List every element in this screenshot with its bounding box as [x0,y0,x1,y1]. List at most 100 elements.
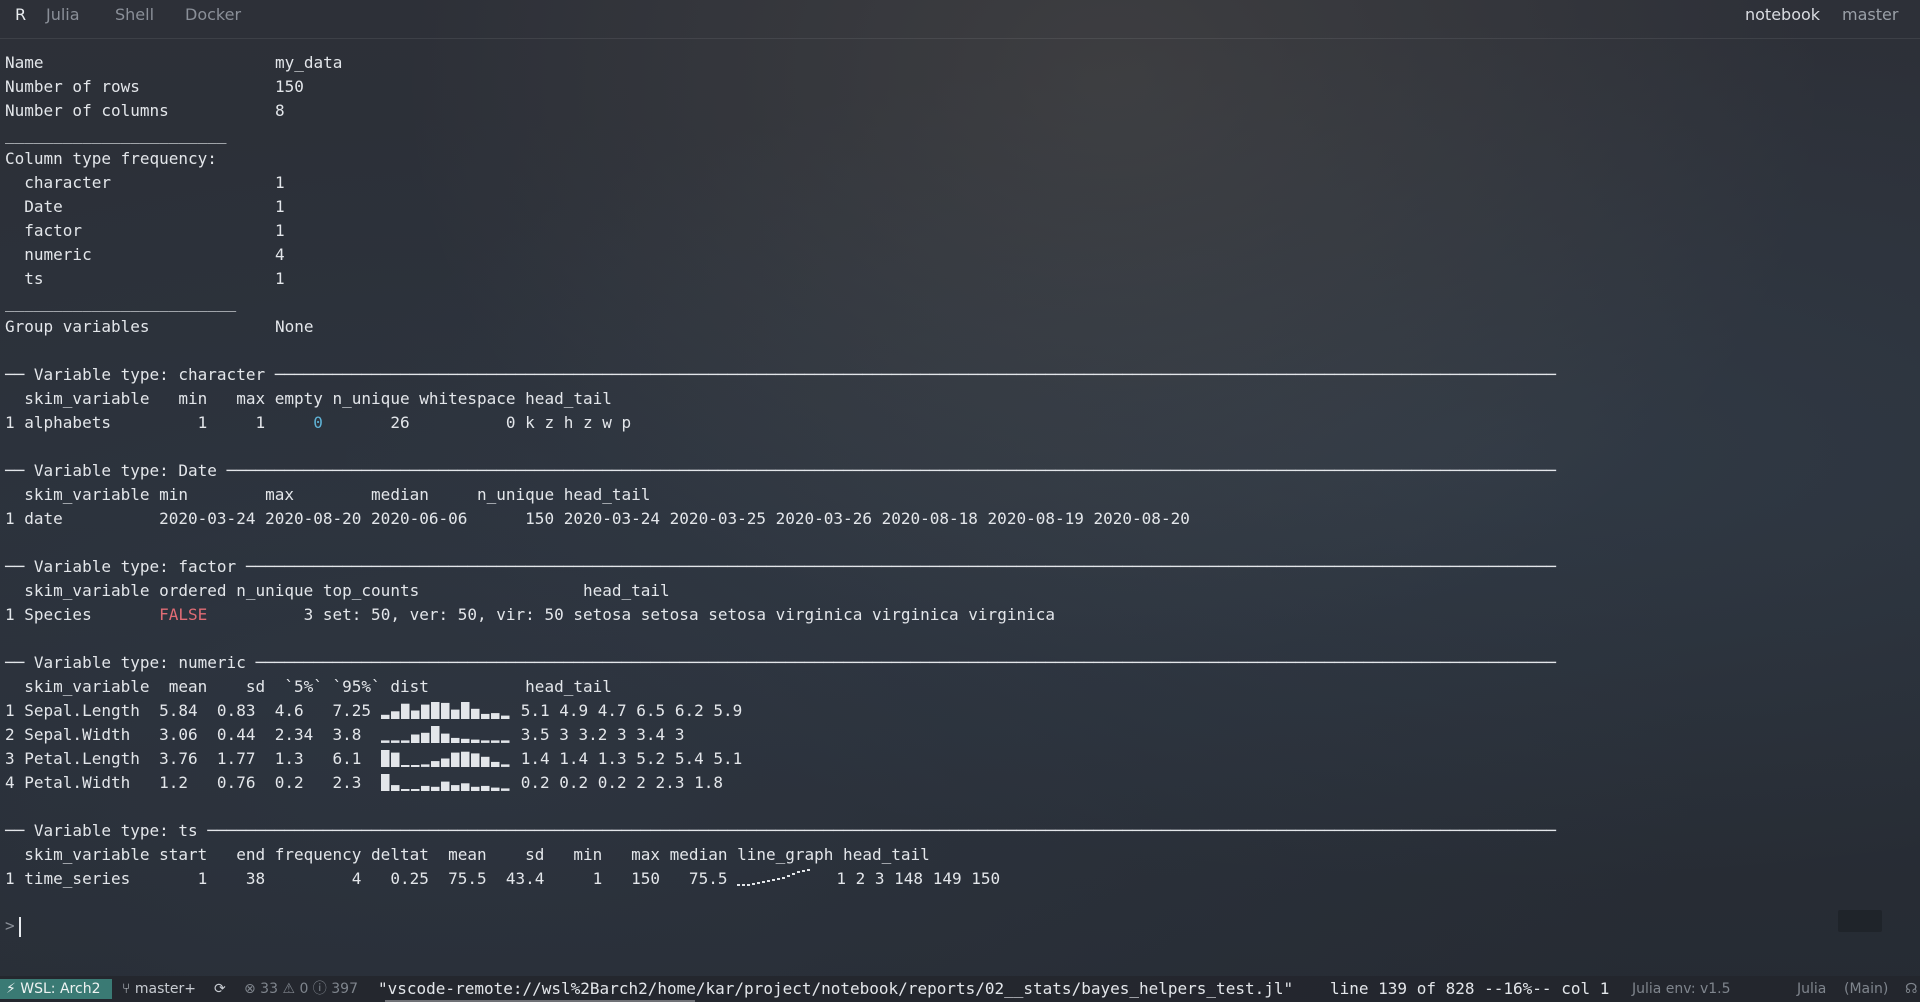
histogram-bar [380,714,390,719]
workspace-name[interactable]: notebook [1745,5,1820,24]
status-bar: ⚡ WSL: Arch2 ⑂ master+ ⟳ ⊗ 33 ⚠ 0 ⓘ 397 … [0,976,1920,1002]
tab-shell[interactable]: Shell [115,5,154,24]
text-cursor[interactable] [19,917,21,937]
histogram-bar [430,726,440,743]
file-path: "vscode-remote://wsl%2Barch2/home/kar/pr… [378,979,1294,998]
histogram-bar [500,715,510,719]
histogram-bar [500,788,510,791]
histogram-bar [390,740,400,743]
histogram-bar [410,734,420,743]
type-row: character 1 [24,173,285,192]
terminal-output: Name my_data Number of rows 150 Number of … [5,51,1556,891]
histogram-bar [390,785,400,791]
summary-rows-row: Number of rows 150 [5,77,304,96]
table-row: 1 time_series 1 38 4 0.25 75.5 43.4 1 15… [5,869,1001,888]
histogram-bar [380,740,390,743]
histogram-bar [420,785,430,791]
type-row: factor 1 [24,221,285,240]
branch-icon: ⑂ [122,981,135,997]
histogram-bar [420,704,430,719]
histogram-sparkline [380,749,511,767]
column-headers: skim_variable start end frequency deltat… [5,845,930,864]
type-row: numeric 4 [24,245,285,264]
histogram-bar [440,758,450,767]
tab-r[interactable]: R [15,5,26,24]
histogram-sparkline [380,725,511,743]
sync-icon[interactable]: ⟳ [214,976,226,1002]
histogram-bar [410,710,420,719]
table-row: 1 alphabets 1 1 0 26 0 k z h z w p [5,413,632,432]
tab-julia[interactable]: Julia [46,5,80,24]
line-graph-sparkline [737,869,817,887]
column-headers: skim_variable ordered n_unique top_count… [5,581,670,600]
section-header-factor: ── Variable type: factor ───────────────… [5,557,1556,576]
histogram-bar [470,739,480,743]
summary-rule: ________________________ [5,293,237,312]
histogram-bar [400,740,410,743]
column-headers: skim_variable mean sd `5%` `95%` dist he… [5,677,612,696]
git-branch-status[interactable]: ⑂ master+ [122,976,196,1002]
table-row: 1 date 2020-03-24 2020-08-20 2020-06-06 … [5,509,1190,528]
summary-name-row: Name my_data [5,53,343,72]
histogram-bar [440,781,450,791]
histogram-bar [440,733,450,743]
histogram-bar [450,752,460,767]
histogram-bar [490,740,500,743]
histogram-bar [400,765,410,767]
histogram-sparkline [380,773,511,791]
histogram-bar [460,738,470,743]
tab-docker[interactable]: Docker [185,5,241,24]
histogram-bar [470,753,480,767]
prompt-symbol: > [5,916,15,935]
histogram-bar [430,702,440,719]
histogram-bar [390,752,400,767]
table-row: 2 Sepal.Width 3.06 0.44 2.34 3.8 3.5 3 3… [5,725,685,744]
remote-icon: ⚡ [6,981,21,997]
column-headers: skim_variable min max median n_unique he… [5,485,651,504]
table-row: 1 Sepal.Length 5.84 0.83 4.6 7.25 5.1 4.… [5,701,743,720]
histogram-bar [490,787,500,791]
histogram-bar [500,740,510,743]
section-header-ts: ── Variable type: ts ───────────────────… [5,821,1556,840]
histogram-bar [450,785,460,791]
julia-module[interactable]: (Main) [1844,976,1888,1002]
histogram-bar [490,761,500,767]
histogram-sparkline [380,701,511,719]
table-row: 4 Petal.Width 1.2 0.76 0.2 2.3 0.2 0.2 0… [5,773,723,792]
branch-name[interactable]: master [1842,5,1898,24]
column-headers: skim_variable min max empty n_unique whi… [5,389,612,408]
histogram-bar [380,750,390,767]
histogram-bar [480,785,490,791]
histogram-bar [450,709,460,719]
summary-cols-row: Number of columns 8 [5,101,285,120]
histogram-bar [480,713,490,719]
julia-env[interactable]: Julia env: v1.5 [1632,976,1731,1002]
remote-indicator[interactable]: ⚡ WSL: Arch2 [0,979,112,999]
notification-icon[interactable]: ☊ [1905,976,1917,1002]
cursor-position[interactable]: line 139 of 828 --16%-- col 1 [1330,976,1609,1002]
type-row: Date 1 [24,197,285,216]
histogram-bar [380,774,390,791]
table-row: 1 Species FALSE 3 set: 50, ver: 50, vir:… [5,605,1055,624]
histogram-bar [410,765,420,767]
histogram-bar [400,789,410,791]
histogram-bar [450,737,460,743]
histogram-bar [420,732,430,743]
summary-rule: _______________________ [5,125,227,144]
language-mode[interactable]: Julia [1797,976,1826,1002]
minimap[interactable] [1838,910,1882,932]
histogram-bar [430,786,440,791]
histogram-bar [500,764,510,767]
histogram-bar [420,764,430,767]
histogram-bar [390,711,400,719]
histogram-bar [480,740,490,743]
histogram-bar [470,708,480,719]
section-header-date: ── Variable type: Date ─────────────────… [5,461,1556,480]
section-header-character: ── Variable type: character ────────────… [5,365,1556,384]
type-row: ts 1 [24,269,285,288]
type-frequency-label: Column type frequency: [5,149,217,168]
histogram-bar [480,756,490,767]
problems-indicator[interactable]: ⊗ 33 ⚠ 0 ⓘ 397 [244,976,358,1002]
table-row: 3 Petal.Length 3.76 1.77 1.3 6.1 1.4 1.4… [5,749,743,768]
histogram-bar [400,703,410,719]
